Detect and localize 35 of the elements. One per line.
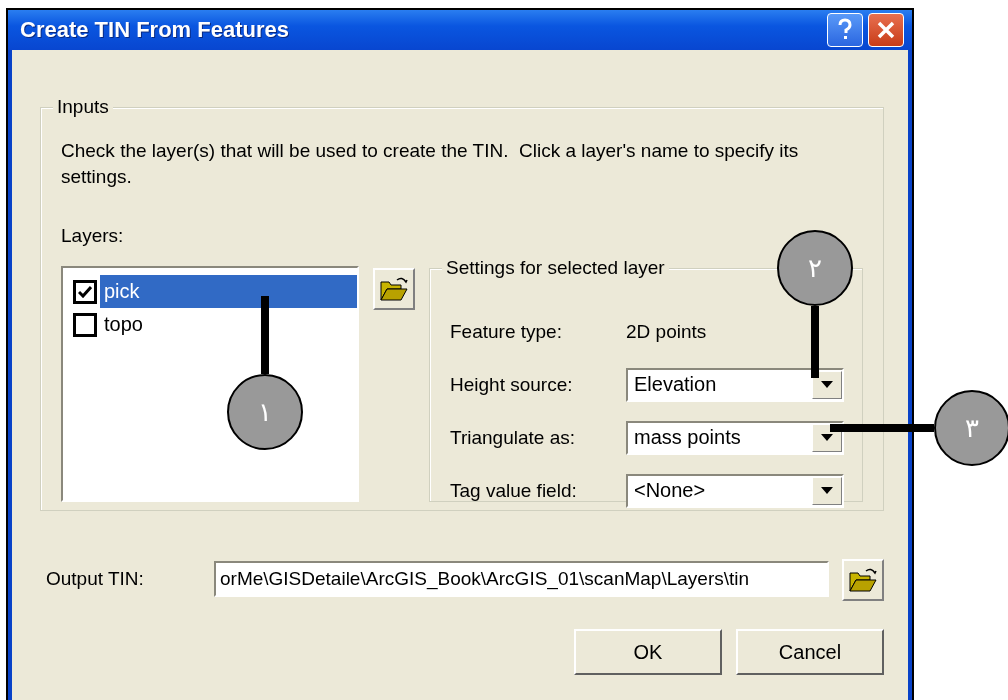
ok-button[interactable]: OK <box>574 629 722 675</box>
dropdown-arrow-icon <box>821 381 833 388</box>
layer-item[interactable]: topo <box>100 308 357 341</box>
feature-type-value: 2D points <box>626 320 707 343</box>
help-icon <box>837 18 853 42</box>
close-icon <box>876 20 896 40</box>
dropdown-arrow-icon <box>821 487 833 494</box>
field-label: Triangulate as: <box>450 426 576 449</box>
output-path-field[interactable]: orMe\GISDetaile\ArcGIS_Book\ArcGIS_01\scanMap\Layers\tin <box>214 561 829 597</box>
output-label: Output TIN: <box>46 568 145 590</box>
browse-button[interactable] <box>842 559 884 601</box>
layers-label: Layers: <box>61 224 125 248</box>
leader-line <box>811 306 819 378</box>
checkbox[interactable] <box>73 279 97 304</box>
checkbox[interactable] <box>73 312 97 337</box>
callout-marker: ١ <box>227 374 303 450</box>
instruction-text: Check the layer(s) that will be used to create the TIN. Click a layer's name to specify its settings. <box>61 139 800 189</box>
dropdown[interactable]: <None> <box>626 473 844 508</box>
layer-item[interactable]: pick <box>100 275 357 308</box>
dropdown[interactable]: Elevation <box>626 367 844 402</box>
dropdown[interactable]: mass points <box>626 420 844 455</box>
field-label: Tag value field: <box>450 479 578 502</box>
callout-marker: ٢ <box>777 230 853 306</box>
field-label: Height source: <box>450 373 574 396</box>
close-button[interactable] <box>868 13 904 47</box>
help-button[interactable] <box>827 13 863 47</box>
window-title: Create TIN From Features <box>20 17 290 43</box>
field-label: Feature type: <box>450 320 563 343</box>
dropdown-arrow-icon <box>821 434 833 441</box>
check-icon <box>78 285 92 298</box>
open-folder-icon <box>379 276 409 302</box>
open-folder-icon <box>848 567 878 593</box>
cancel-button[interactable]: Cancel <box>736 629 884 675</box>
add-layer-button[interactable] <box>373 268 415 310</box>
callout-marker: ٣ <box>934 390 1008 466</box>
